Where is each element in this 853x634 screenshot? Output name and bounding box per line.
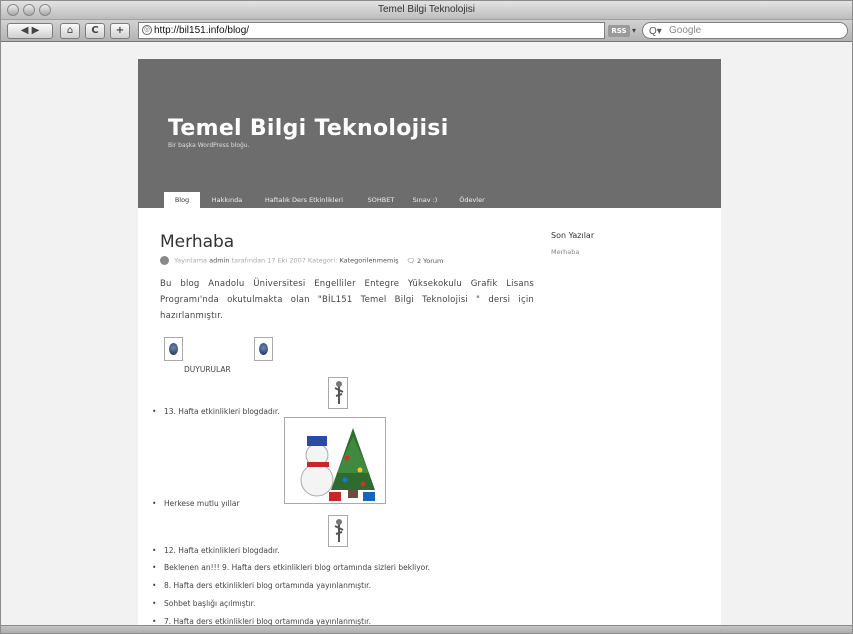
rss-button[interactable]: RSS bbox=[608, 25, 630, 37]
window-title: Temel Bilgi Teknolojisi bbox=[377, 4, 476, 15]
figure-thumbnail-image bbox=[328, 377, 348, 409]
blog-page: Temel Bilgi Teknolojisi Bir başka WordPr… bbox=[138, 59, 721, 625]
add-bookmark-button[interactable]: + bbox=[110, 23, 130, 39]
search-field[interactable]: Q▾ Google bbox=[642, 22, 848, 39]
announcements-label: DUYURULAR bbox=[184, 365, 231, 374]
meta-prefix: Yayınlama bbox=[174, 256, 208, 265]
browser-toolbar: ◀ ▶ ⌂ C + ◎ http://bil151.info/blog/ RSS… bbox=[1, 20, 852, 42]
search-placeholder: Google bbox=[669, 25, 702, 36]
url-text: http://bil151.info/blog/ bbox=[154, 25, 250, 36]
list-item[interactable]: Herkese mutlu yıllar bbox=[152, 499, 239, 508]
nav-weekly-activities[interactable]: Haftalık Ders Etkinlikleri bbox=[256, 192, 352, 208]
rss-dropdown-icon[interactable]: ▾ bbox=[632, 26, 636, 35]
announcement-left-image bbox=[164, 337, 183, 361]
list-item[interactable]: Beklenen an!!! 9. Hafta ders etkinlikler… bbox=[152, 563, 430, 572]
blog-header: Temel Bilgi Teknolojisi Bir başka WordPr… bbox=[138, 59, 721, 208]
nav-blog[interactable]: Blog bbox=[164, 192, 200, 208]
clock-icon bbox=[160, 256, 169, 265]
meta-category-link[interactable]: Kategorilenmemiş bbox=[339, 257, 398, 265]
nav-chat[interactable]: SOHBET bbox=[362, 192, 400, 208]
announcement-right-image bbox=[254, 337, 273, 361]
comments-count: 2 Yorum bbox=[416, 256, 444, 265]
post-body: Bu blog Anadolu Üniversitesi Engelliler … bbox=[160, 279, 534, 321]
browser-window: Temel Bilgi Teknolojisi ◀ ▶ ⌂ C + ◎ http… bbox=[0, 0, 853, 634]
meta-date: tarafından 17 Eki 2007 Kategori: bbox=[231, 256, 338, 265]
list-item[interactable]: 12. Hafta etkinlikleri blogdadır. bbox=[152, 546, 280, 555]
meta-author-link[interactable]: admin bbox=[209, 257, 229, 265]
comment-icon: 🗨 bbox=[406, 256, 415, 265]
christmas-image bbox=[284, 417, 386, 504]
nav-exam[interactable]: Sınav :) bbox=[408, 192, 442, 208]
blog-description: Bir başka WordPress bloğu. bbox=[168, 142, 250, 149]
list-item[interactable]: Sohbet başlığı açılmıştır. bbox=[152, 599, 256, 608]
search-icon: Q▾ bbox=[649, 26, 662, 37]
nav-homework[interactable]: Ödevler bbox=[454, 192, 490, 208]
post-title[interactable]: Merhaba bbox=[160, 232, 234, 252]
nav-about[interactable]: Hakkında bbox=[208, 192, 246, 208]
home-button[interactable]: ⌂ bbox=[60, 23, 80, 39]
title-bar: Temel Bilgi Teknolojisi bbox=[1, 1, 852, 20]
back-forward-button[interactable]: ◀ ▶ bbox=[7, 23, 53, 39]
figure-thumbnail-image bbox=[328, 515, 348, 547]
address-bar[interactable]: ◎ http://bil151.info/blog/ bbox=[138, 22, 605, 39]
status-bar bbox=[1, 625, 852, 633]
comments-link[interactable]: 🗨 2 Yorum bbox=[407, 257, 444, 265]
reload-button[interactable]: C bbox=[85, 23, 105, 39]
list-item[interactable]: 8. Hafta ders etkinlikleri blog ortamınd… bbox=[152, 581, 371, 590]
list-item[interactable]: 13. Hafta etkinlikleri blogdadır. bbox=[152, 407, 280, 416]
page-viewport: Temel Bilgi Teknolojisi Bir başka WordPr… bbox=[1, 43, 852, 625]
post-meta: Yayınlama admin tarafından 17 Eki 2007 K… bbox=[160, 256, 443, 265]
list-item[interactable]: 7. Hafta ders etkinlikleri blog ortamınd… bbox=[152, 617, 371, 625]
blog-title[interactable]: Temel Bilgi Teknolojisi bbox=[168, 116, 449, 141]
globe-icon: ◎ bbox=[142, 25, 152, 35]
sidebar-heading: Son Yazılar bbox=[551, 231, 595, 240]
sidebar-recent-post-link[interactable]: Merhaba bbox=[551, 248, 579, 256]
